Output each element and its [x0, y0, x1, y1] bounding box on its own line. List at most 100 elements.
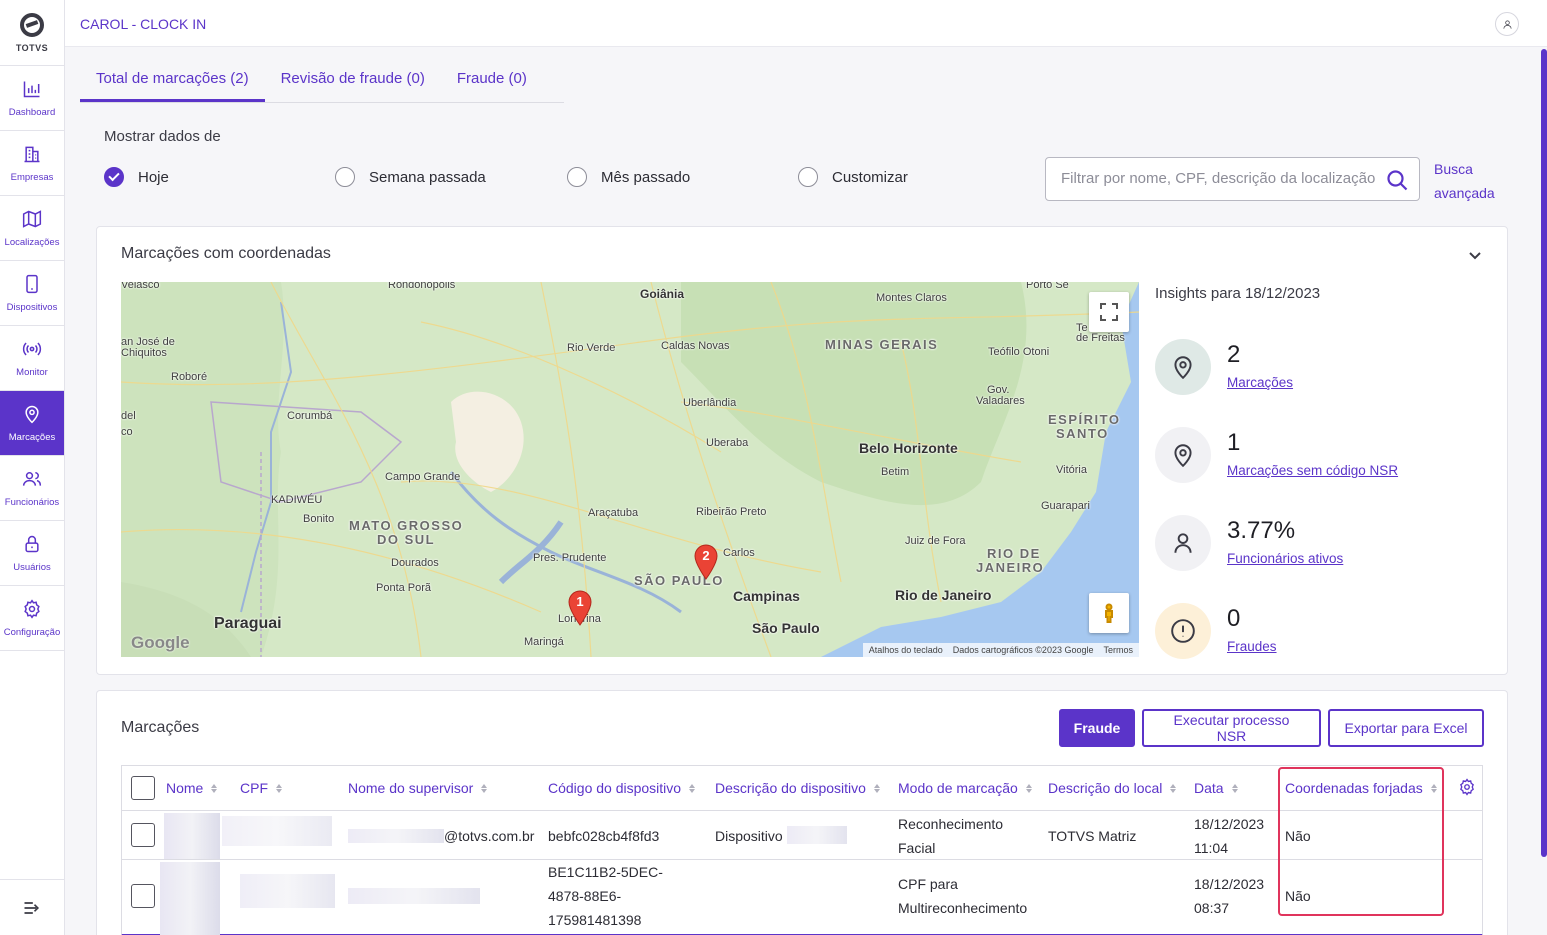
broadcast-icon	[22, 342, 42, 355]
map-label: del	[121, 410, 136, 422]
insight-icon-circle	[1155, 603, 1211, 659]
map-label: Valadares	[976, 395, 1025, 407]
radio-customizar[interactable]: Customizar	[798, 167, 908, 187]
sort-icon	[1231, 783, 1238, 793]
blurred-supervisor	[348, 888, 480, 904]
tab-total-marcacoes[interactable]: Total de marcações (2)	[80, 60, 265, 102]
insight-link[interactable]: Marcações sem código NSR	[1227, 463, 1398, 478]
fullscreen-icon	[1100, 303, 1118, 321]
date-cell: 18/12/2023 08:37	[1194, 872, 1264, 920]
map-marker[interactable]: 2	[693, 544, 719, 580]
period-radio-group: Hoje Semana passada Mês passado Customiz…	[104, 167, 908, 187]
sidebar-item-dispositivos[interactable]: Dispositivos	[0, 261, 64, 326]
radio-mes-passado[interactable]: Mês passado	[567, 167, 798, 187]
brand-name: TOTVS	[15, 42, 49, 53]
map-label: Goiânia	[640, 287, 685, 301]
radio-semana-passada[interactable]: Semana passada	[335, 167, 567, 187]
map-label: RIO DE	[987, 546, 1041, 561]
row-checkbox[interactable]	[131, 823, 155, 847]
column-header-supervisor[interactable]: Nome do supervisor	[348, 766, 488, 810]
advanced-search-link[interactable]: Busca avançada	[1434, 157, 1504, 205]
row-checkbox[interactable]	[131, 884, 155, 908]
sidebar-item-localizacoes[interactable]: Localizações	[0, 196, 64, 261]
map-label: JANEIRO	[976, 560, 1045, 575]
sidebar-item-marcacoes[interactable]: Marcações	[0, 391, 64, 456]
column-header-label: Nome do supervisor	[348, 780, 474, 796]
google-logo: Google	[131, 633, 190, 652]
header-divider	[122, 810, 1482, 811]
scrollbar-thumb[interactable]	[1541, 49, 1547, 857]
brand[interactable]: TOTVS	[0, 0, 64, 66]
map-marker[interactable]: 1	[567, 590, 593, 626]
insight-link[interactable]: Marcações	[1227, 375, 1293, 390]
column-header-codigo-dispositivo[interactable]: Código do dispositivo	[548, 766, 696, 810]
column-header-nome[interactable]: Nome	[166, 766, 218, 810]
column-header-descricao-local[interactable]: Descrição do local	[1048, 766, 1177, 810]
column-header-label: Descrição do dispositivo	[715, 780, 866, 796]
insight-marcacoes: 2 Marcações	[1155, 339, 1475, 399]
pegman-icon	[1105, 603, 1113, 623]
bar-chart-icon	[23, 81, 40, 97]
insight-value: 1	[1227, 429, 1241, 456]
insight-link[interactable]: Funcionários ativos	[1227, 551, 1343, 566]
sidebar-item-dashboard[interactable]: Dashboard	[0, 66, 64, 131]
tab-revisao-fraude[interactable]: Revisão de fraude (0)	[265, 60, 441, 102]
sort-icon	[689, 783, 696, 793]
map-label: MINAS GERAIS	[825, 337, 939, 352]
chevron-down-icon[interactable]	[1467, 247, 1483, 263]
fullscreen-button[interactable]	[1089, 292, 1129, 332]
sidebar-item-usuarios[interactable]: Usuários	[0, 521, 64, 586]
column-header-descricao-dispositivo[interactable]: Descrição do dispositivo	[715, 766, 880, 810]
fraud-button[interactable]: Fraude	[1059, 709, 1135, 747]
map-marker-label: 1	[576, 594, 584, 609]
sidebar-item-configuracao[interactable]: Configuração	[0, 586, 64, 651]
sort-icon	[481, 783, 488, 793]
map-label: Araçatuba	[588, 507, 639, 519]
column-header-label: Data	[1194, 780, 1224, 796]
column-header-coordenadas-forjadas[interactable]: Coordenadas forjadas	[1285, 766, 1437, 810]
map-label: São Paulo	[752, 620, 820, 636]
device-desc-cell: Dispositivo	[715, 828, 783, 844]
map[interactable]: Velasco Rondonópolis Porto Se Goiânia Mo…	[121, 282, 1139, 657]
map-label: Corumbá	[287, 410, 333, 422]
column-header-cpf[interactable]: CPF	[240, 766, 282, 810]
insight-sem-nsr: 1 Marcações sem código NSR	[1155, 427, 1475, 487]
gear-icon	[24, 598, 40, 619]
user-menu-button[interactable]	[1495, 12, 1519, 36]
insights-title: Insights para 18/12/2023	[1155, 285, 1321, 302]
terms-link[interactable]: Termos	[1103, 645, 1133, 655]
page-scrollbar[interactable]	[1539, 47, 1547, 935]
tab-fraude[interactable]: Fraude (0)	[441, 60, 543, 102]
street-view-button[interactable]	[1089, 593, 1129, 633]
map-label: Rio de Janeiro	[895, 587, 992, 603]
map-label: Ribeirão Preto	[696, 506, 767, 518]
search-icon[interactable]	[1385, 168, 1409, 192]
sort-icon	[1170, 783, 1177, 793]
sidebar-item-empresas[interactable]: Empresas	[0, 131, 64, 196]
column-header-modo-marcacao[interactable]: Modo de marcação	[898, 766, 1032, 810]
device-code-cell: bebfc028cb4f8fd3	[548, 828, 660, 844]
date-cell: 18/12/2023 11:04	[1194, 812, 1264, 860]
location-cell: TOTVS Matriz	[1048, 828, 1137, 844]
select-all-checkbox[interactable]	[131, 776, 155, 800]
sidebar-item-funcionarios[interactable]: Funcionários	[0, 456, 64, 521]
radio-hoje[interactable]: Hoje	[104, 167, 335, 187]
sidebar-item-monitor[interactable]: Monitor	[0, 326, 64, 391]
map-label: Teófilo Otoni	[988, 346, 1050, 358]
collapse-sidebar-button[interactable]	[0, 879, 64, 935]
sort-icon	[211, 783, 218, 793]
export-excel-button[interactable]: Exportar para Excel	[1328, 709, 1484, 747]
nsr-process-button[interactable]: Executar processo NSR	[1142, 709, 1321, 747]
sidebar-item-label: Funcionários	[4, 496, 60, 508]
sidebar-item-label: Configuração	[3, 626, 61, 638]
alert-circle-icon	[1171, 619, 1195, 643]
column-header-data[interactable]: Data	[1194, 766, 1238, 810]
blurred-supervisor	[348, 829, 444, 843]
insight-link[interactable]: Fraudes	[1227, 639, 1277, 654]
table-card-title: Marcações	[121, 719, 200, 736]
keyboard-shortcuts-link[interactable]: Atalhos do teclado	[869, 645, 943, 655]
column-settings-gear-icon[interactable]	[1458, 778, 1476, 796]
map-label: Rio Verde	[567, 342, 616, 354]
device-code-line: BE1C11B2-5DEC-	[548, 864, 663, 880]
search-input[interactable]	[1061, 170, 1376, 187]
